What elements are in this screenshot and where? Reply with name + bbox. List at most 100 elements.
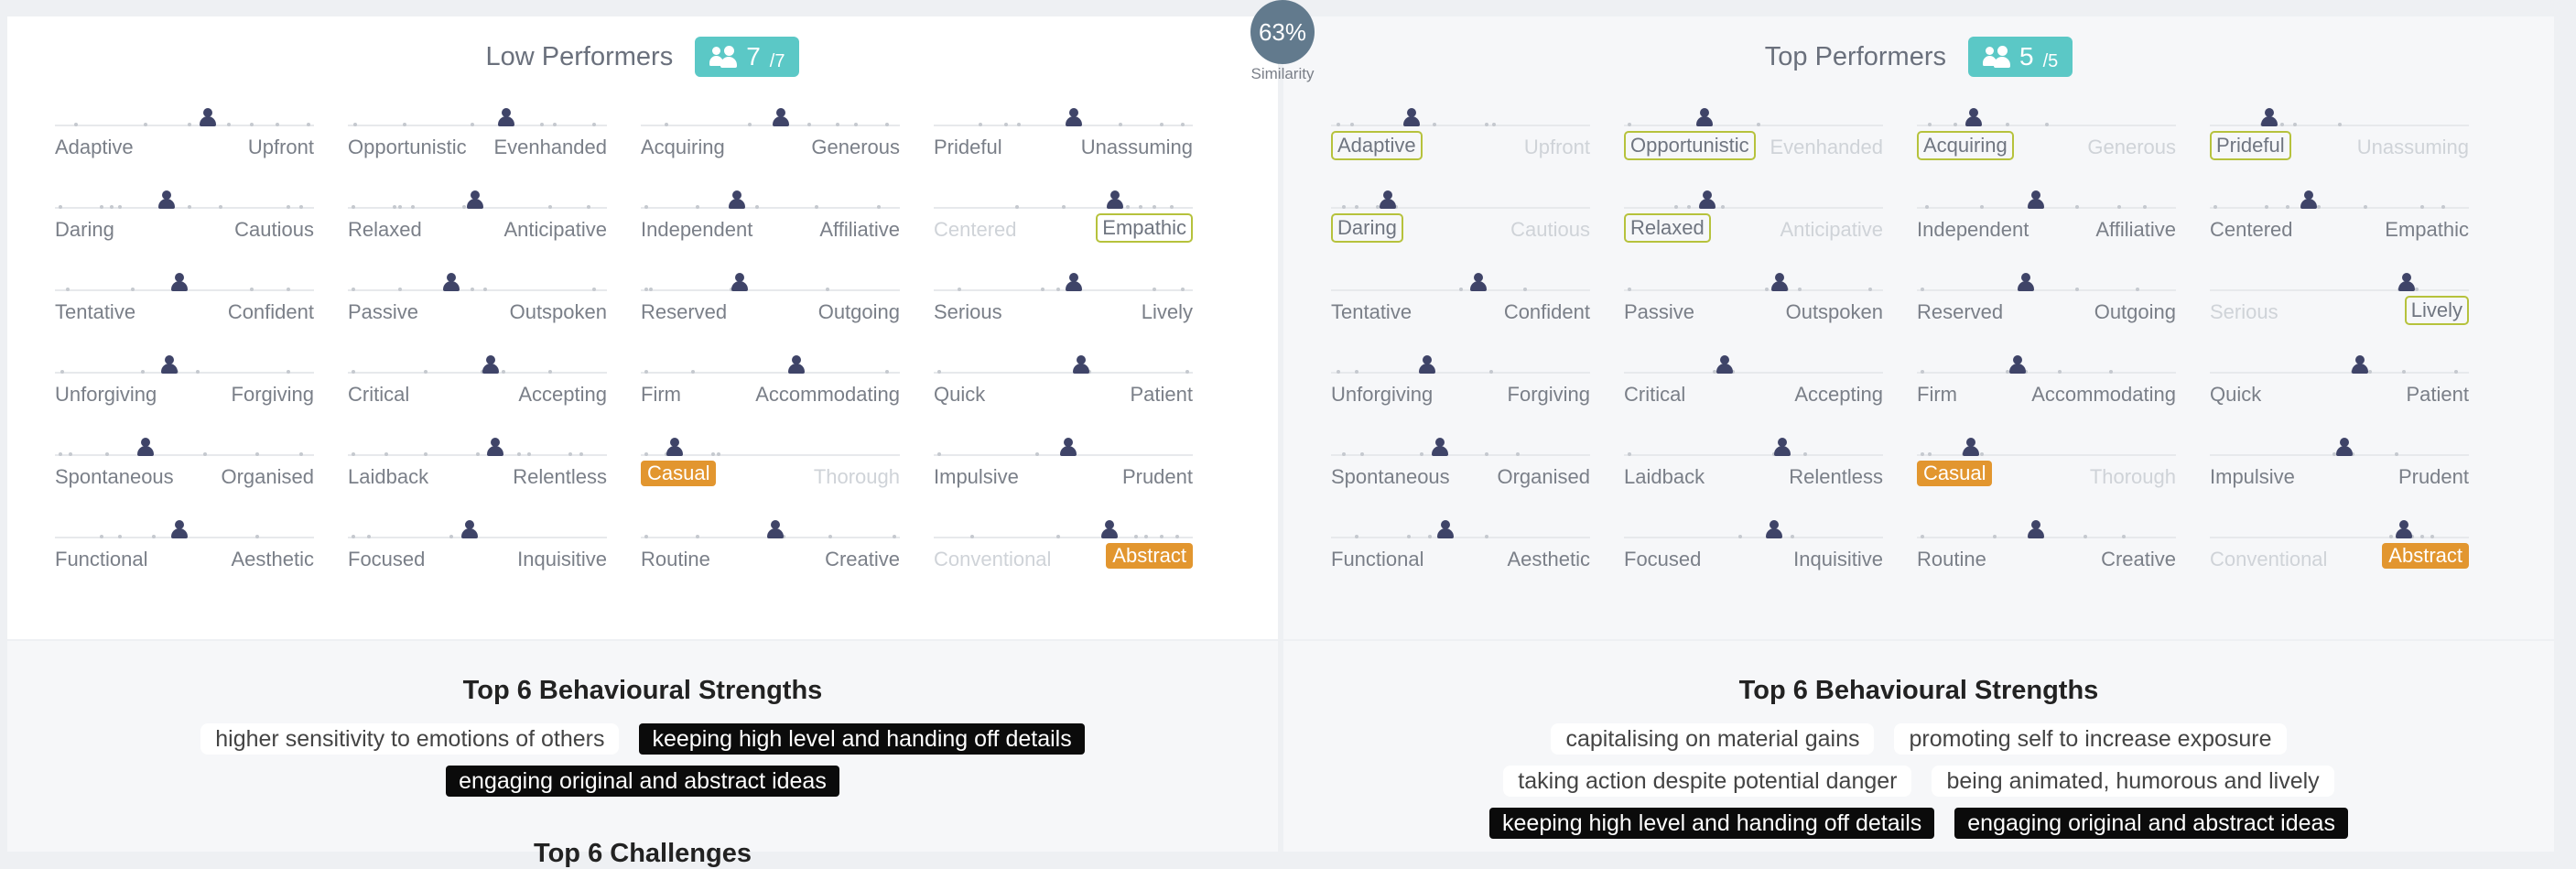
person-icon-body: [1065, 281, 1082, 291]
person-icon-body: [157, 199, 175, 209]
group-average-marker[interactable]: [2028, 190, 2045, 209]
trait-label-left: Acquiring: [641, 136, 725, 158]
group-average-marker[interactable]: [767, 520, 785, 538]
member-dot: [1920, 288, 1924, 291]
member-dot: [286, 370, 290, 374]
group-average-marker[interactable]: [1698, 190, 1716, 209]
group-average-marker[interactable]: [2336, 438, 2354, 456]
count-badge[interactable]: 7/7: [695, 37, 800, 77]
group-average-marker[interactable]: [1965, 108, 1983, 126]
trait-scale: Routine Creative: [641, 515, 900, 579]
member-dot: [482, 288, 487, 291]
member-dot: [1484, 535, 1488, 538]
group-average-marker[interactable]: [1060, 438, 1077, 456]
group-average-marker[interactable]: [2017, 273, 2034, 291]
scale-track: [55, 372, 314, 374]
scale-track: [1331, 537, 1590, 538]
group-average-marker[interactable]: [1418, 355, 1435, 374]
trait-label-left: Laidback: [348, 465, 429, 488]
member-dot: [825, 288, 829, 291]
group-average-marker[interactable]: [1431, 438, 1448, 456]
group-average-marker[interactable]: [160, 355, 178, 374]
group-average-marker[interactable]: [443, 273, 460, 291]
group-average-marker[interactable]: [1695, 108, 1713, 126]
trait-label-left: Casual: [1917, 461, 1993, 486]
group-average-marker[interactable]: [137, 438, 155, 456]
trait-scale: Daring Cautious: [55, 185, 314, 249]
member-dot: [579, 452, 583, 456]
trait-label-right: Aesthetic: [1507, 548, 1591, 570]
count-badge[interactable]: 5/5: [1967, 37, 2073, 77]
person-icon-body: [170, 528, 188, 538]
group-average-marker[interactable]: [1770, 273, 1788, 291]
person-icon-body: [170, 281, 188, 291]
group-average-marker[interactable]: [1963, 438, 1980, 456]
member-dot: [1992, 535, 1997, 538]
group-average-marker[interactable]: [170, 520, 188, 538]
trait-label-right: Relentless: [513, 465, 607, 488]
group-average-marker[interactable]: [1716, 355, 1734, 374]
group-average-marker[interactable]: [772, 108, 789, 126]
trait-scale: Acquiring Generous: [641, 103, 900, 167]
group-average-marker[interactable]: [1380, 190, 1397, 209]
trait-label-left: Routine: [641, 548, 710, 570]
group-average-marker[interactable]: [1402, 108, 1420, 126]
trait-scale: Independent Affiliative: [1917, 185, 2176, 249]
scale-track: [641, 207, 900, 209]
member-dot: [366, 535, 371, 538]
trait-label-left: Daring: [1331, 213, 1403, 243]
group-average-marker[interactable]: [2261, 108, 2278, 126]
group-average-marker[interactable]: [1107, 190, 1124, 209]
member-dot: [1627, 452, 1631, 456]
group-average-marker[interactable]: [731, 273, 748, 291]
trait-label-left: Focused: [348, 548, 426, 570]
group-average-marker[interactable]: [461, 520, 478, 538]
group-average-marker[interactable]: [2028, 520, 2045, 538]
group-average-marker[interactable]: [1773, 438, 1791, 456]
scale-track: [934, 125, 1193, 126]
person-icon-body: [2398, 281, 2416, 291]
group-average-marker[interactable]: [2352, 355, 2369, 374]
group-average-marker[interactable]: [1470, 273, 1488, 291]
group-average-marker[interactable]: [1073, 355, 1090, 374]
trait-label-right: Cautious: [1510, 218, 1590, 241]
group-average-marker[interactable]: [199, 108, 216, 126]
trait-scale: Spontaneous Organised: [55, 432, 314, 496]
member-dot: [591, 288, 596, 291]
trait-label-left: Centered: [934, 218, 1017, 241]
group-average-marker[interactable]: [1101, 520, 1119, 538]
group-average-marker[interactable]: [1766, 520, 1783, 538]
group-average-marker[interactable]: [482, 355, 499, 374]
group-average-marker[interactable]: [497, 108, 514, 126]
group-average-marker[interactable]: [1065, 108, 1082, 126]
member-dot: [2285, 205, 2289, 209]
member-dot: [1627, 123, 1631, 126]
member-dot: [58, 452, 62, 456]
group-average-marker[interactable]: [2009, 355, 2027, 374]
group-average-marker[interactable]: [487, 438, 504, 456]
scale-track: [1624, 289, 1883, 291]
group-average-marker[interactable]: [170, 273, 188, 291]
trait-label-left: Passive: [1624, 300, 1695, 323]
top-strengths-section: Top 6 Behavioural Strengths capitalising…: [1283, 641, 2554, 852]
trait-label-right: Prudent: [1121, 465, 1193, 488]
group-average-marker[interactable]: [466, 190, 483, 209]
group-average-marker[interactable]: [2398, 273, 2416, 291]
group-average-marker[interactable]: [1436, 520, 1454, 538]
person-icon-body: [497, 116, 514, 126]
group-average-marker[interactable]: [1065, 273, 1082, 291]
group-average-marker[interactable]: [2300, 190, 2317, 209]
group-average-marker[interactable]: [157, 190, 175, 209]
group-average-marker[interactable]: [2396, 520, 2413, 538]
trait-label-left: Relaxed: [1624, 213, 1711, 243]
member-dot: [2213, 205, 2217, 209]
trait-label-right: Accommodating: [755, 383, 900, 406]
group-average-marker[interactable]: [666, 438, 683, 456]
trait-label-left: Quick: [2210, 383, 2262, 406]
group-average-marker[interactable]: [728, 190, 745, 209]
group-average-marker[interactable]: [787, 355, 805, 374]
trait-label-right: Creative: [825, 548, 900, 570]
member-dot: [58, 205, 62, 209]
trait-label-right: Aesthetic: [231, 548, 315, 570]
trait-label-right: Forgiving: [1507, 383, 1590, 406]
